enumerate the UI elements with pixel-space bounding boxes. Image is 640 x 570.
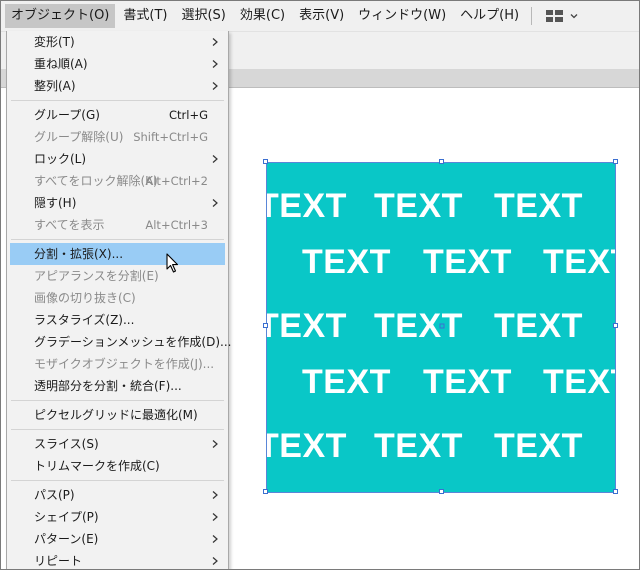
shortcut-label: Alt+Ctrl+2 [145, 174, 208, 188]
shortcut-label: Shift+Ctrl+G [133, 130, 208, 144]
menu-item-slice[interactable]: スライス(S) [7, 433, 228, 455]
selection-handle[interactable] [263, 323, 268, 328]
pattern-text: TEXT [266, 187, 347, 225]
menu-divider [11, 429, 224, 430]
menu-object[interactable]: オブジェクト(O) [5, 4, 116, 28]
selection-handle[interactable] [613, 323, 618, 328]
submenu-arrow-icon [212, 82, 218, 90]
menu-divider [11, 400, 224, 401]
selection-handle[interactable] [613, 159, 618, 164]
selection-handle[interactable] [263, 159, 268, 164]
menu-item-trim-marks[interactable]: トリムマークを作成(C) [7, 455, 228, 477]
pattern-text: TEXT [494, 187, 583, 225]
selection-handle[interactable] [613, 489, 618, 494]
menu-bar: オブジェクト(O) 書式(T) 選択(S) 効果(C) 表示(V) ウィンドウ(… [1, 1, 639, 31]
menu-item-show-all: すべてを表示 Alt+Ctrl+3 [7, 214, 228, 236]
menu-item-pixel-perfect[interactable]: ピクセルグリッドに最適化(M) [7, 404, 228, 426]
menu-item-group[interactable]: グループ(G) Ctrl+G [7, 104, 228, 126]
menu-item-repeat[interactable]: リピート [7, 550, 228, 569]
pattern-text: TEXT [374, 307, 463, 345]
pattern-text: TEXT [374, 187, 463, 225]
menu-item-transform[interactable]: 変形(T) [7, 31, 228, 53]
submenu-arrow-icon [212, 535, 218, 543]
pattern-text: TEXT [374, 427, 463, 465]
menu-item-crop-image: 画像の切り抜き(C) [34, 291, 136, 305]
selection-handle[interactable] [263, 489, 268, 494]
menu-view[interactable]: 表示(V) [293, 4, 350, 28]
pattern-text: TEXT [302, 243, 391, 281]
menu-item-align[interactable]: 整列(A) [7, 75, 228, 97]
menu-divider [11, 100, 224, 101]
menu-help[interactable]: ヘルプ(H) [454, 4, 525, 28]
pattern-text: TEXT [543, 243, 616, 281]
submenu-arrow-icon [212, 155, 218, 163]
selection-handle[interactable] [439, 489, 444, 494]
shortcut-label: Ctrl+G [168, 108, 208, 122]
menu-item-gradient-mesh[interactable]: グラデーションメッシュを作成(D)... [7, 331, 231, 353]
menu-item-hide[interactable]: 隠す(H) [7, 192, 228, 214]
menu-item-mosaic: モザイクオブジェクトを作成(J)... [34, 357, 215, 371]
menu-item-flatten-transparency[interactable]: 透明部分を分割・統合(F)... [7, 375, 228, 397]
menu-item-expand[interactable]: 分割・拡張(X)... [10, 243, 225, 265]
submenu-arrow-icon [212, 557, 218, 565]
menu-item-ungroup: グループ解除(U) Shift+Ctrl+G [7, 126, 228, 148]
menu-item-rasterize[interactable]: ラスタライズ(Z)... [7, 309, 228, 331]
menu-item-unlock-all: すべてをロック解除(K) Alt+Ctrl+2 [7, 170, 228, 192]
menu-item-pattern[interactable]: パターン(E) [7, 528, 228, 550]
submenu-arrow-icon [212, 513, 218, 521]
menu-effect[interactable]: 効果(C) [234, 4, 291, 28]
pattern-text: TEXT [423, 243, 512, 281]
grid-layout-icon [546, 10, 564, 22]
pattern-text: TEXT [543, 363, 616, 401]
mouse-pointer-icon [166, 253, 179, 273]
menu-item-expand-appearance: アピアランスを分割(E) [34, 269, 159, 283]
menu-select[interactable]: 選択(S) [175, 4, 231, 28]
menu-divider [11, 480, 224, 481]
submenu-arrow-icon [212, 38, 218, 46]
menu-item-lock[interactable]: ロック(L) [7, 148, 228, 170]
menu-item-shape[interactable]: シェイプ(P) [7, 506, 228, 528]
app-window: オブジェクト(O) 書式(T) 選択(S) 効果(C) 表示(V) ウィンドウ(… [0, 0, 640, 570]
submenu-arrow-icon [212, 60, 218, 68]
workspace-switcher-button[interactable] [542, 4, 583, 28]
object-dropdown-menu: 変形(T) 重ね順(A) 整列(A) グループ(G) Ctrl+G グループ解除(… [6, 31, 231, 569]
pattern-text: TEXT [266, 427, 347, 465]
pattern-text: TEXT [266, 307, 347, 345]
menu-type[interactable]: 書式(T) [117, 4, 173, 28]
submenu-arrow-icon [212, 491, 218, 499]
menu-item-arrange[interactable]: 重ね順(A) [7, 53, 228, 75]
menu-window[interactable]: ウィンドウ(W) [352, 4, 452, 28]
submenu-arrow-icon [212, 199, 218, 207]
selection-handle[interactable] [439, 159, 444, 164]
pattern-text: TEXT [423, 363, 512, 401]
pattern-text: TEXT [302, 363, 391, 401]
chevron-down-icon [570, 14, 578, 19]
menu-separator [531, 7, 533, 25]
menu-item-path[interactable]: パス(P) [7, 484, 228, 506]
center-point-icon [439, 323, 445, 329]
submenu-arrow-icon [212, 440, 218, 448]
shortcut-label: Alt+Ctrl+3 [145, 218, 208, 232]
menu-divider [11, 239, 224, 240]
pattern-text: TEXT [494, 307, 583, 345]
pattern-text: TEXT [494, 427, 583, 465]
